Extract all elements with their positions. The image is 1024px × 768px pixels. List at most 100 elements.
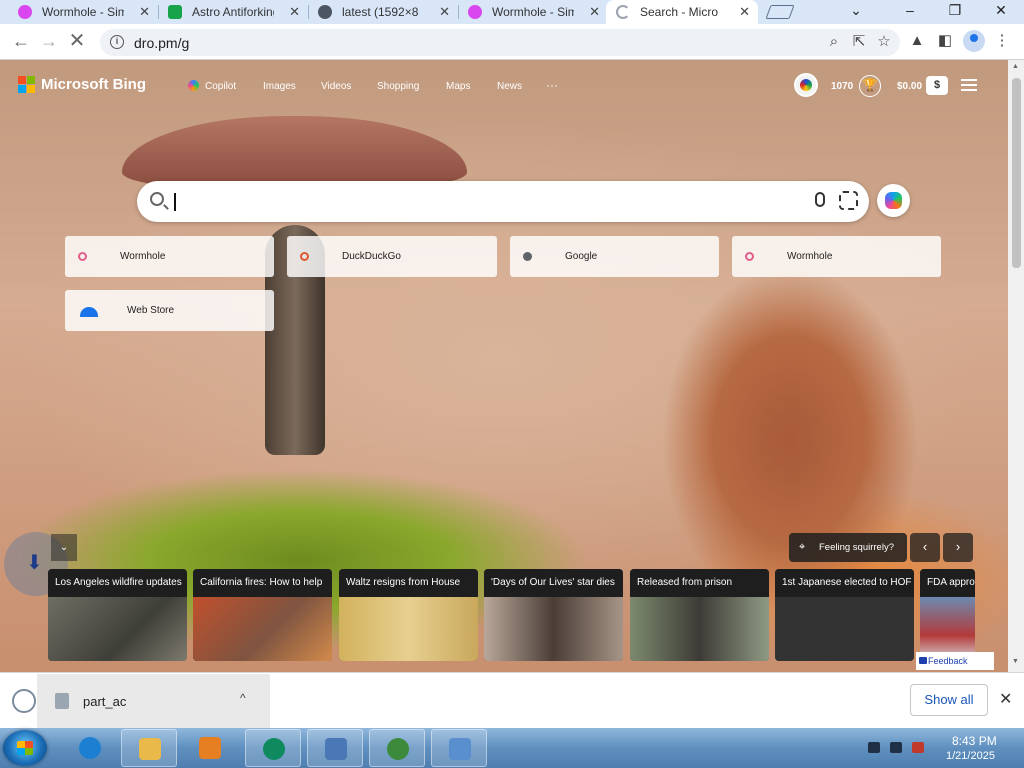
network-icon[interactable]: [890, 742, 902, 753]
hamburger-menu-icon[interactable]: [961, 79, 977, 91]
rewards-money[interactable]: $0.00: [897, 81, 922, 92]
tab-wormhole-2[interactable]: Wormhole - Sim ✕: [458, 0, 608, 24]
news-card[interactable]: California fires: How to help: [193, 569, 332, 661]
collapse-feed-button[interactable]: ⌄: [51, 534, 77, 561]
news-card[interactable]: Waltz resigns from House: [339, 569, 478, 661]
nav-more[interactable]: ···: [546, 78, 558, 92]
nav-maps[interactable]: Maps: [446, 81, 470, 92]
news-card[interactable]: FDA approv: [920, 569, 975, 661]
start-button[interactable]: [3, 730, 47, 766]
image-info-button[interactable]: ⌖ Feeling squirrely?: [789, 533, 907, 562]
volume-muted-icon[interactable]: [912, 742, 924, 753]
tab-close-icon[interactable]: ✕: [439, 4, 450, 20]
restore-button[interactable]: ❐: [945, 2, 965, 19]
tab-close-icon[interactable]: ✕: [139, 4, 150, 20]
search-box[interactable]: [137, 181, 869, 222]
browser-toolbar: ← → ✕ i dro.pm/g ⌕ ⇱ ☆ ▲ ◧ ⋮: [0, 24, 1024, 60]
scrollbar-thumb[interactable]: [1012, 78, 1021, 268]
news-image: [630, 597, 769, 661]
scroll-down-icon[interactable]: ▼: [1012, 658, 1019, 665]
news-headline: Waltz resigns from House: [339, 569, 478, 597]
tab-close-icon[interactable]: ✕: [589, 4, 600, 20]
next-image-button[interactable]: ›: [943, 533, 973, 562]
tile-wormhole-2[interactable]: Wormhole: [732, 236, 941, 277]
profile-avatar-button[interactable]: [963, 30, 985, 52]
taskbar-internet-explorer[interactable]: [62, 729, 118, 767]
nav-news[interactable]: News: [497, 81, 522, 92]
taskbar-file-explorer[interactable]: [121, 729, 177, 767]
taskbar-media-player[interactable]: [182, 729, 238, 767]
share-icon[interactable]: ⇱: [850, 33, 868, 51]
download-options-chevron-icon[interactable]: ^: [240, 691, 246, 705]
tab-latest[interactable]: latest (1592×8 ✕: [308, 0, 459, 24]
tab-search-chevron-icon[interactable]: ⌄: [846, 2, 866, 19]
feedback-button[interactable]: Feedback: [916, 652, 994, 670]
tab-title: Astro Antiforking: [192, 5, 274, 19]
taskbar-computer[interactable]: [307, 729, 363, 767]
search-input[interactable]: [177, 189, 797, 213]
show-all-downloads-button[interactable]: Show all: [910, 684, 988, 716]
folder-icon: [139, 738, 161, 760]
previous-image-button[interactable]: ‹: [910, 533, 940, 562]
microsoft-logo-icon[interactable]: [18, 76, 36, 94]
back-button[interactable]: ←: [10, 30, 32, 52]
taskbar-control-panel[interactable]: [431, 729, 487, 767]
action-center-flag-icon[interactable]: [868, 742, 880, 753]
news-card[interactable]: Released from prison: [630, 569, 769, 661]
stop-loading-button[interactable]: ✕: [66, 30, 88, 52]
tab-close-icon[interactable]: ✕: [739, 4, 750, 20]
tile-label: DuckDuckGo: [342, 251, 401, 262]
tile-web-store[interactable]: Web Store: [65, 290, 274, 331]
tab-astro[interactable]: Astro Antiforking ✕: [158, 0, 309, 24]
nav-copilot[interactable]: Copilot: [205, 81, 236, 92]
tab-wormhole-1[interactable]: Wormhole - Sim ✕: [8, 0, 159, 24]
duckduckgo-tile-icon: [300, 252, 309, 261]
zoom-icon[interactable]: ⌕: [825, 33, 843, 51]
side-panel-icon[interactable]: ◧: [936, 32, 954, 50]
clock-time[interactable]: 8:43 PM: [952, 734, 997, 748]
tile-google[interactable]: Google: [510, 236, 719, 277]
bing-brand[interactable]: Microsoft Bing: [41, 76, 146, 93]
tile-label: Web Store: [127, 305, 175, 316]
copilot-button[interactable]: [877, 184, 910, 217]
news-headline: 'Days of Our Lives' star dies: [484, 569, 623, 597]
more-menu-icon[interactable]: ⋮: [993, 32, 1011, 50]
tile-wormhole-1[interactable]: Wormhole: [65, 236, 274, 277]
page-scrollbar[interactable]: ▲ ▼: [1008, 60, 1024, 672]
tile-duckduckgo[interactable]: DuckDuckGo: [287, 236, 497, 277]
search-icon: [150, 192, 164, 206]
address-bar[interactable]: i dro.pm/g ⌕ ⇱ ☆: [100, 29, 900, 56]
minimize-button[interactable]: –: [900, 2, 920, 18]
nav-images[interactable]: Images: [263, 81, 296, 92]
nav-shopping[interactable]: Shopping: [377, 81, 419, 92]
close-download-bar-button[interactable]: ✕: [999, 689, 1012, 709]
wormhole-tile-icon: [78, 252, 87, 261]
visual-search-icon[interactable]: [839, 191, 858, 210]
nav-videos[interactable]: Videos: [321, 81, 351, 92]
trophy-icon[interactable]: 🏆: [859, 75, 881, 97]
dollar-badge[interactable]: $: [926, 76, 948, 95]
forward-button[interactable]: →: [38, 30, 60, 52]
scroll-up-icon[interactable]: ▲: [1012, 63, 1019, 70]
news-card[interactable]: Los Angeles wildfire updates: [48, 569, 187, 661]
news-card[interactable]: 1st Japanese elected to HOF: [775, 569, 914, 661]
download-file-name[interactable]: part_ac: [83, 694, 126, 709]
new-tab-button[interactable]: [765, 5, 795, 19]
close-window-button[interactable]: ✕: [991, 2, 1011, 19]
address-url[interactable]: dro.pm/g: [134, 35, 189, 51]
extension-icon[interactable]: ▲: [908, 32, 926, 50]
tab-close-icon[interactable]: ✕: [289, 4, 300, 20]
bookmark-star-icon[interactable]: ☆: [875, 33, 893, 51]
tab-title: Wormhole - Sim: [42, 5, 124, 19]
taskbar-bing-app[interactable]: [245, 729, 301, 767]
taskbar-chrome[interactable]: [369, 729, 425, 767]
tile-label: Google: [565, 251, 598, 262]
download-item[interactable]: [37, 674, 270, 728]
tab-search-microsoft[interactable]: Search - Micro ✕: [606, 0, 758, 24]
news-card[interactable]: 'Days of Our Lives' star dies: [484, 569, 623, 661]
microphone-icon[interactable]: [815, 192, 825, 207]
rewards-avatar[interactable]: [794, 73, 818, 97]
site-info-icon[interactable]: i: [110, 35, 124, 49]
rewards-points[interactable]: 1070: [831, 81, 853, 92]
clock-date[interactable]: 1/21/2025: [946, 750, 995, 762]
